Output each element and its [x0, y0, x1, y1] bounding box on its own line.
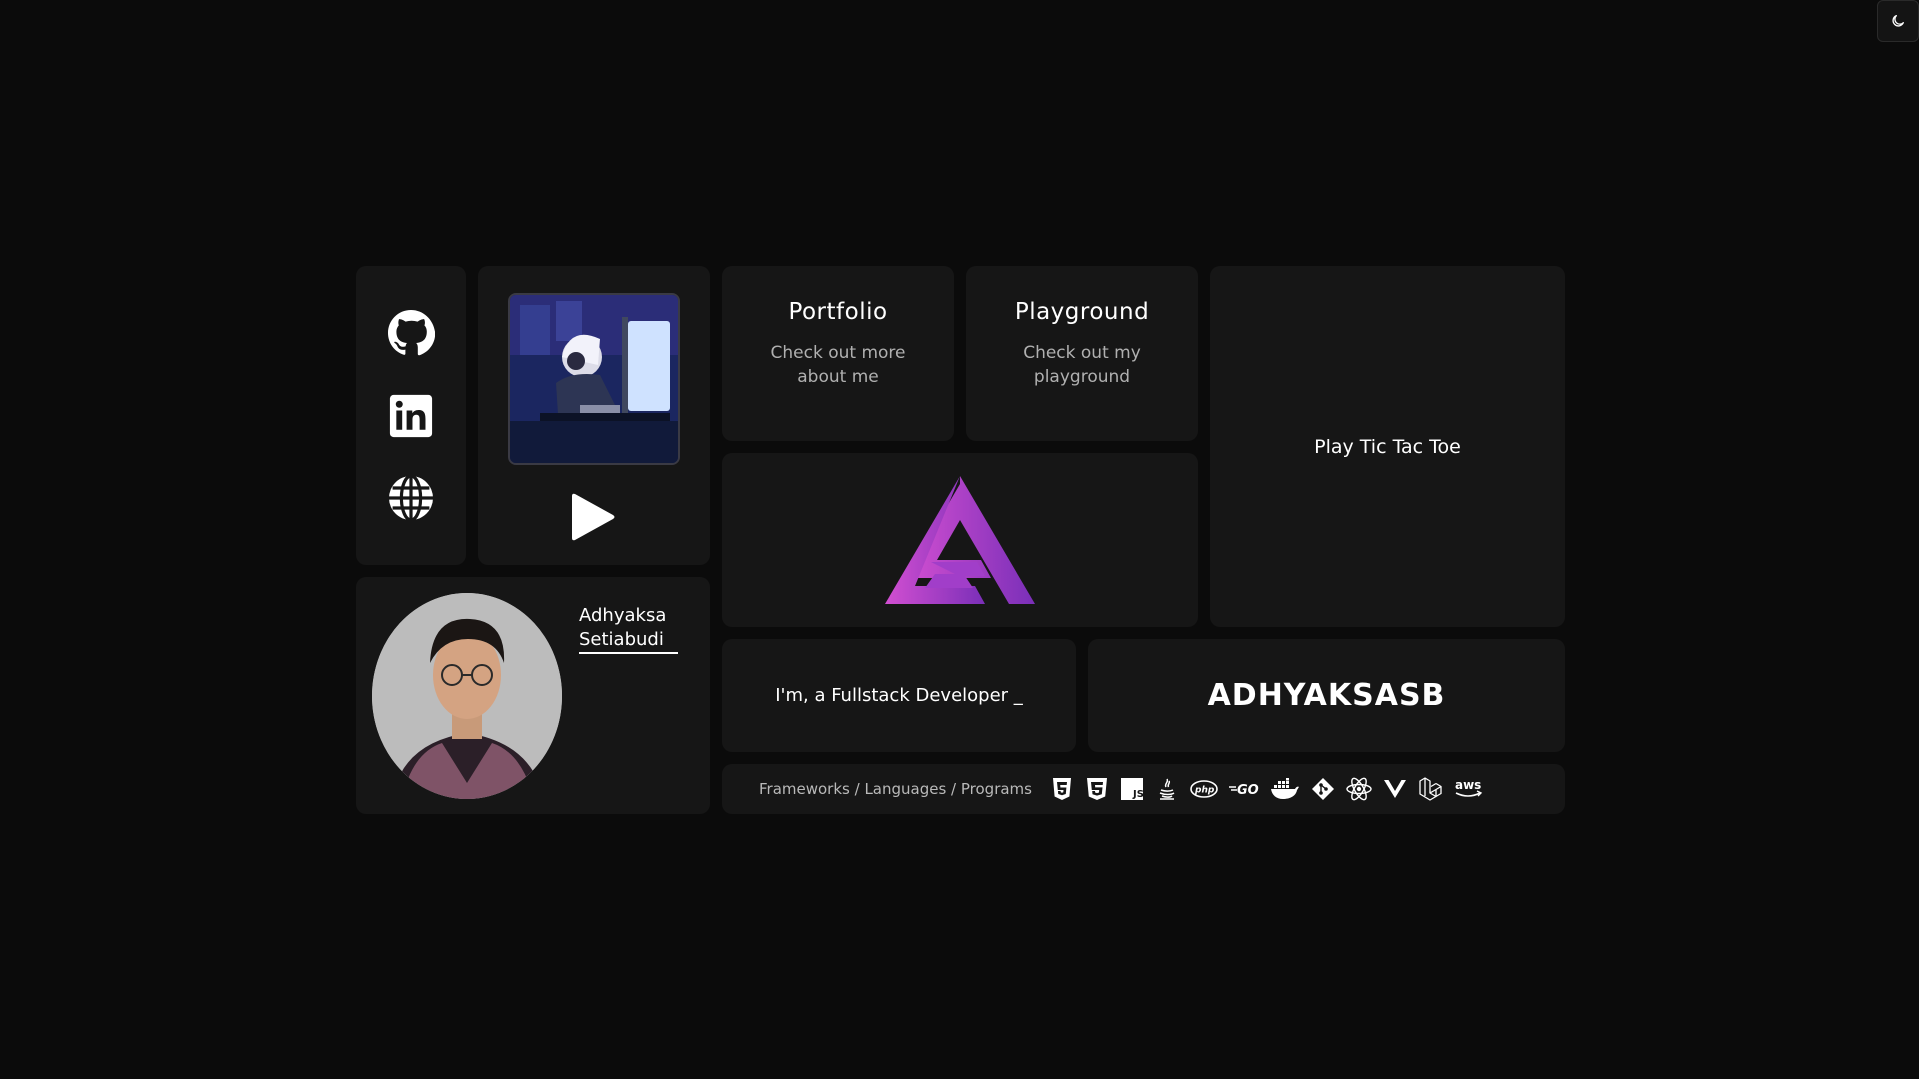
php-icon: php — [1190, 777, 1218, 801]
brand-card: ADHYAKSASB — [1088, 639, 1565, 752]
tech-stack-bar: Frameworks / Languages / Programs JS php… — [722, 764, 1565, 814]
tic-tac-toe-label: Play Tic Tac Toe — [1314, 435, 1461, 458]
react-icon — [1346, 777, 1372, 801]
laravel-icon — [1418, 777, 1442, 801]
tech-stack-label: Frameworks / Languages / Programs — [759, 780, 1032, 798]
go-icon: GO — [1228, 777, 1259, 801]
aws-icon: aws — [1453, 777, 1483, 801]
brand-text: ADHYAKSASB — [1207, 678, 1446, 713]
tic-tac-toe-card[interactable]: Play Tic Tac Toe — [1210, 266, 1565, 627]
docker-icon — [1270, 777, 1300, 801]
music-player-card — [478, 266, 710, 565]
profile-first-name: Adhyaksa — [579, 605, 667, 626]
portfolio-title: Portfolio — [788, 299, 888, 325]
git-icon — [1311, 777, 1335, 801]
linkedin-icon — [389, 394, 433, 437]
github-link[interactable] — [386, 308, 436, 358]
role-card: I'm, a Fullstack Developer _ — [722, 639, 1076, 752]
role-text: I'm, a Fullstack Developer _ — [775, 685, 1023, 706]
avatar — [372, 593, 562, 799]
svg-text:aws: aws — [1455, 778, 1481, 792]
svg-text:JS: JS — [1132, 789, 1143, 800]
svg-text:php: php — [1194, 786, 1215, 796]
globe-icon — [389, 474, 433, 522]
website-link[interactable] — [386, 473, 436, 523]
album-art — [508, 293, 680, 465]
play-icon — [572, 493, 615, 541]
album-illustration — [510, 295, 678, 463]
java-icon — [1155, 777, 1179, 801]
profile-card: Adhyaksa Setiabudi — [356, 577, 710, 814]
javascript-icon: JS — [1120, 777, 1144, 801]
theme-toggle-button[interactable] — [1877, 0, 1919, 42]
playground-title: Playground — [1014, 299, 1150, 325]
portfolio-card[interactable]: Portfolio Check out more about me — [722, 266, 954, 441]
playground-subtitle: Check out my playground — [1023, 343, 1141, 387]
playground-card[interactable]: Playground Check out my playground — [966, 266, 1198, 441]
html5-icon — [1050, 777, 1074, 801]
portfolio-subtitle: Check out more about me — [770, 343, 906, 387]
svg-text:GO: GO — [1237, 783, 1259, 797]
moon-icon — [1892, 15, 1904, 27]
tech-icons: JS php GO aws — [1050, 777, 1483, 801]
play-button[interactable] — [571, 491, 617, 547]
logo-card — [722, 453, 1198, 627]
brand-logo — [885, 476, 1035, 604]
github-icon — [388, 310, 435, 356]
css3-icon — [1085, 777, 1109, 801]
social-links-card — [356, 266, 466, 565]
profile-last-name: Setiabudi — [579, 628, 678, 654]
linkedin-link[interactable] — [386, 391, 436, 441]
profile-name: Adhyaksa Setiabudi — [579, 604, 678, 654]
vue-icon — [1383, 777, 1407, 801]
